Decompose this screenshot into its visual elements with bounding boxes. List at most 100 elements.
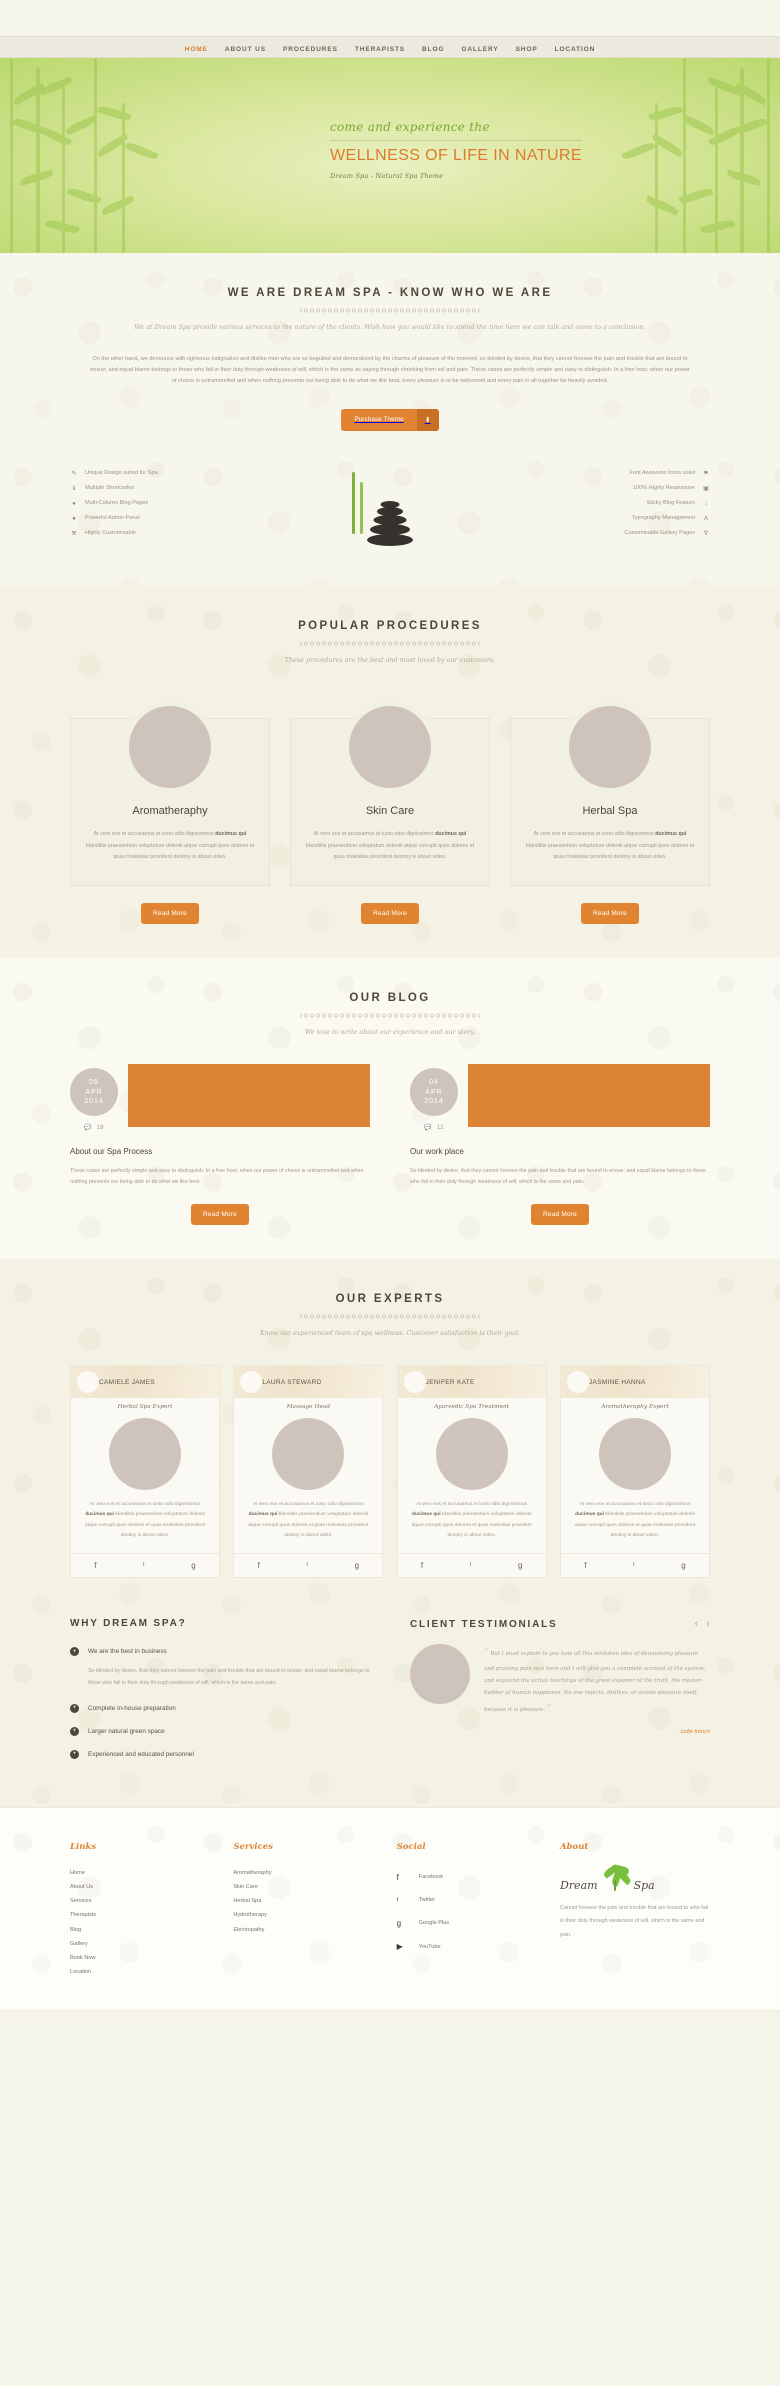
filter-icon: ∇ (703, 530, 708, 537)
facebook-icon[interactable]: f (584, 1561, 586, 1570)
blog-thumbnail[interactable] (468, 1064, 710, 1128)
nav-item-therapists[interactable]: THERAPISTS (355, 38, 405, 56)
procedure-card[interactable]: Skin Care At vero eos et accusamus et iu… (290, 701, 490, 886)
blog-title[interactable]: Our work place (410, 1147, 710, 1156)
heading-divider (300, 640, 480, 646)
nav-item-shop[interactable]: SHOP (516, 38, 538, 56)
expert-description: At vero eos et accusamus et iusto odio d… (411, 1502, 532, 1538)
accordion-item[interactable]: + Experienced and educated personnel (70, 1749, 370, 1759)
footer-service-link[interactable]: Aromatheraphy (233, 1866, 383, 1880)
purchase-label: Purchase Theme (341, 408, 417, 431)
accordion-title[interactable]: + We are the best in business (70, 1647, 370, 1657)
nav-item-location[interactable]: LOCATION (555, 38, 596, 56)
comment-number: 12 (436, 1124, 444, 1131)
expert-photo (272, 1418, 345, 1491)
footer-link[interactable]: Gallery (70, 1937, 220, 1951)
footer-services-title: Services (233, 1841, 273, 1852)
footer-social-link[interactable]: g Google Plus (397, 1912, 547, 1935)
footer-social-link[interactable]: f Facebook (397, 1866, 547, 1889)
footer-service-link[interactable]: Electropathy (233, 1923, 383, 1937)
twitter-icon[interactable]: ᵗ (306, 1561, 308, 1570)
procedure-description: At vero eos et accusamus et iusto odio d… (525, 831, 695, 860)
procedure-card[interactable]: Herbal Spa At vero eos et accusamus et i… (510, 701, 710, 886)
expert-photo (435, 1418, 508, 1491)
google-plus-icon[interactable]: g (681, 1561, 685, 1570)
expert-role: Ayurvedic Spa Treatment (434, 1404, 510, 1411)
chevron-left-icon[interactable]: ‹ (695, 1618, 699, 1630)
nav-item-home[interactable]: HOME (185, 38, 208, 56)
footer-service-link[interactable]: Hydrotherapy (233, 1908, 383, 1922)
read-more-button[interactable]: Read More (361, 902, 419, 924)
footer-link[interactable]: Therapists (70, 1908, 220, 1922)
footer-link[interactable]: Blog (70, 1923, 220, 1937)
facebook-icon[interactable]: f (258, 1561, 260, 1570)
nav-link[interactable]: ABOUT US (225, 46, 266, 53)
accordion-title[interactable]: + Complete in-house preparation (70, 1703, 370, 1713)
footer-service-link[interactable]: Skin Care (233, 1880, 383, 1894)
feature-item: 100% Highly Responsive ▣ (495, 482, 710, 497)
blog-title[interactable]: About our Spa Process (70, 1147, 370, 1156)
accordion-item[interactable]: + Complete in-house preparation (70, 1703, 370, 1713)
footer-logo[interactable]: Dream Spa (560, 1863, 710, 1892)
google-plus-icon[interactable]: g (518, 1561, 522, 1570)
footer-links-list: Home About Us Services Therapists Blog Galler… (70, 1866, 220, 1980)
nav-item-about-us[interactable]: ABOUT US (225, 38, 266, 56)
footer-link[interactable]: Services (70, 1894, 220, 1908)
expert-social-bar: fᵗg (71, 1553, 219, 1577)
accordion-item[interactable]: + Larger natural green space (70, 1726, 370, 1736)
accordion-title[interactable]: + Larger natural green space (70, 1726, 370, 1736)
nav-link[interactable]: HOME (185, 46, 208, 53)
comment-icon: 💬 (84, 1125, 92, 1132)
procedure-description: At vero eos et accusamus et iusto odio d… (305, 831, 475, 860)
accordion-title[interactable]: + Experienced and educated personnel (70, 1749, 370, 1759)
google-plus-icon[interactable]: g (191, 1561, 195, 1570)
accordion-item[interactable]: + We are the best in business So blinded… (70, 1647, 370, 1689)
procedure-buttons: Read More Read More Read More (70, 902, 710, 924)
nav-link[interactable]: LOCATION (555, 46, 596, 53)
expert-name: LAURA STEWARD (262, 1378, 322, 1386)
nav-item-procedures[interactable]: PROCEDURES (283, 38, 338, 56)
facebook-icon[interactable]: f (421, 1561, 423, 1570)
footer-about-title: About (559, 1841, 589, 1852)
google-plus-icon[interactable]: g (355, 1561, 359, 1570)
experts-tagline: Know our experienced team of spa wellnes… (259, 1328, 521, 1337)
nav-item-gallery[interactable]: GALLERY (461, 38, 498, 56)
nav-item-blog[interactable]: BLOG (422, 38, 444, 56)
purchase-theme-button[interactable]: Purchase Theme ⬇ (341, 408, 439, 431)
twitter-icon[interactable]: ᵗ (143, 1561, 145, 1570)
footer-service-link[interactable]: Herbal Spa (233, 1894, 383, 1908)
footer-link[interactable]: Book Now (70, 1951, 220, 1965)
nav-link[interactable]: SHOP (516, 46, 538, 53)
nav-link[interactable]: GALLERY (461, 46, 498, 53)
footer-link[interactable]: About Us (70, 1880, 220, 1894)
nav-link[interactable]: THERAPISTS (355, 46, 405, 53)
accordion-body: So blinded by desire, that they cannot f… (88, 1668, 370, 1687)
nav-link[interactable]: BLOG (422, 46, 444, 53)
read-more-button[interactable]: Read More (581, 902, 639, 924)
quote-open-icon: “ (484, 1648, 489, 1659)
facebook-icon[interactable]: f (94, 1561, 96, 1570)
accordion-label: Complete in-house preparation (88, 1704, 176, 1712)
twitter-icon[interactable]: ᵗ (633, 1561, 635, 1570)
footer-social-link[interactable]: ᵗ Twitter (397, 1889, 547, 1912)
blog-excerpt: So blinded by desire, that they cannot f… (410, 1168, 706, 1186)
chevron-right-icon[interactable]: › (706, 1618, 710, 1630)
blog-thumbnail[interactable] (128, 1064, 370, 1128)
read-more-button[interactable]: Read More (191, 1203, 249, 1225)
expert-description: At vero eos et accusamus et iusto odio d… (84, 1502, 206, 1538)
twitter-icon[interactable]: ᵗ (470, 1561, 472, 1570)
hero-pretitle: come and experience the (330, 120, 490, 134)
footer-link[interactable]: Location (70, 1965, 220, 1979)
footer-social-label: Twitter (418, 1897, 436, 1904)
blog-comment-count[interactable]: 💬 18 (70, 1124, 118, 1132)
footer-social-link[interactable]: ▶ YouTube (397, 1935, 547, 1958)
read-more-button[interactable]: Read More (141, 902, 199, 924)
read-more-button[interactable]: Read More (531, 1203, 589, 1225)
comment-number: 18 (96, 1124, 104, 1131)
blog-comment-count[interactable]: 💬 12 (410, 1124, 458, 1132)
footer-link[interactable]: Home (70, 1866, 220, 1880)
procedure-card[interactable]: Aromatheraphy At vero eos et accusamus e… (70, 701, 270, 886)
bottom-bar (0, 2009, 780, 2019)
nav-link[interactable]: PROCEDURES (283, 46, 338, 53)
hero-banner: come and experience the WELLNESS OF LIFE… (0, 58, 780, 253)
